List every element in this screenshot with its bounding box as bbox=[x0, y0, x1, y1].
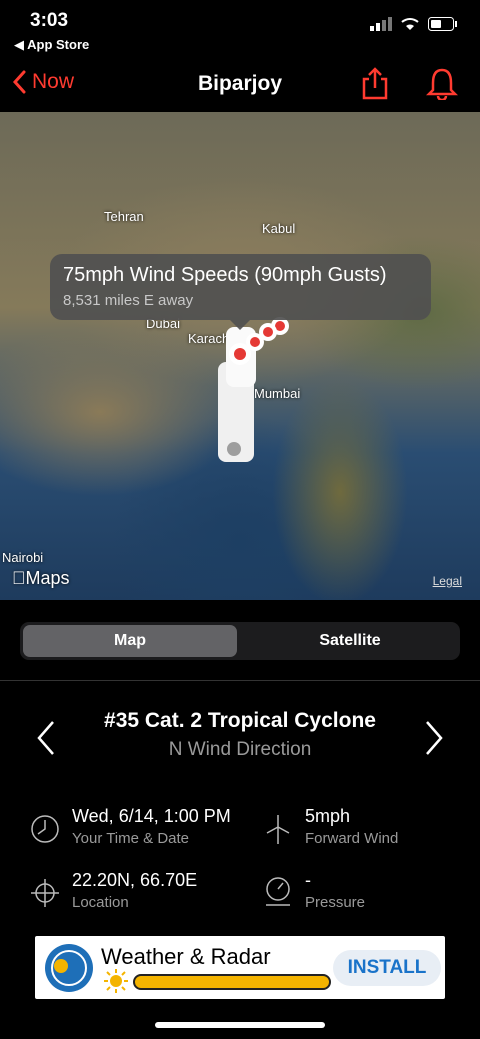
apple-icon:  bbox=[12, 568, 26, 588]
maps-logo-text: Maps bbox=[12, 568, 70, 588]
storm-callout[interactable]: 75mph Wind Speeds (90mph Gusts) 8,531 mi… bbox=[50, 254, 431, 330]
status-bar: 3:03 ◀ App Store bbox=[0, 0, 480, 60]
segment-map[interactable]: Map bbox=[23, 625, 237, 657]
battery-icon bbox=[428, 17, 457, 31]
segment-satellite[interactable]: Satellite bbox=[243, 625, 457, 657]
navigation-bar: Now Biparjoy bbox=[0, 60, 480, 112]
location-value: 22.20N, 66.70E bbox=[72, 870, 198, 890]
map-type-segmented-control: Map Satellite bbox=[20, 622, 460, 660]
pressure-label: Pressure bbox=[305, 894, 366, 911]
notifications-button[interactable] bbox=[425, 66, 459, 105]
wifi-icon bbox=[401, 18, 419, 30]
home-indicator[interactable] bbox=[155, 1022, 325, 1028]
ad-banner[interactable]: Weather & Radar INSTALL bbox=[35, 936, 445, 999]
crosshair-icon bbox=[31, 879, 59, 907]
location-label: Location bbox=[72, 894, 129, 911]
storm-title: #35 Cat. 2 Tropical Cyclone bbox=[104, 709, 376, 732]
callout-pointer bbox=[230, 320, 250, 330]
maps-logo: Maps bbox=[12, 568, 70, 589]
weather-radar-app-icon bbox=[45, 944, 93, 992]
time-label: Your Time & Date bbox=[72, 830, 190, 847]
sun-icon bbox=[104, 969, 128, 993]
barometer-icon bbox=[266, 877, 290, 906]
bell-icon bbox=[425, 68, 459, 102]
wind-value: 5mph bbox=[305, 806, 351, 826]
page-title: Biparjoy bbox=[197, 72, 283, 95]
callout-subtitle: 8,531 miles E away bbox=[63, 292, 194, 309]
callout-title: 75mph Wind Speeds (90mph Gusts) bbox=[63, 264, 387, 286]
legal-link[interactable]: Legal bbox=[433, 574, 462, 588]
pressure-value: - bbox=[305, 870, 311, 890]
storm-map[interactable]: Tehran Kabul Dubai Karachi Mumbai Nairob… bbox=[0, 112, 480, 600]
wind-label: Forward Wind bbox=[305, 830, 399, 847]
share-icon bbox=[362, 67, 388, 100]
ad-app-name: Weather & Radar bbox=[101, 944, 271, 969]
ad-rating-bar bbox=[133, 974, 331, 990]
next-storm-button[interactable] bbox=[422, 718, 446, 763]
divider bbox=[0, 680, 480, 681]
back-to-app-store[interactable]: ◀ App Store bbox=[14, 37, 89, 53]
clock-icon bbox=[31, 815, 59, 843]
wind-turbine-icon bbox=[266, 815, 290, 844]
install-button[interactable]: INSTALL bbox=[333, 950, 441, 986]
signal-icon bbox=[370, 17, 392, 31]
status-icons bbox=[370, 17, 458, 31]
time-value: Wed, 6/14, 1:00 PM bbox=[72, 806, 231, 826]
chevron-right-icon bbox=[426, 721, 443, 755]
status-time: 3:03 bbox=[30, 10, 69, 31]
storm-subtitle: N Wind Direction bbox=[168, 739, 312, 760]
share-button[interactable] bbox=[360, 66, 390, 105]
storm-track[interactable] bbox=[0, 112, 480, 600]
